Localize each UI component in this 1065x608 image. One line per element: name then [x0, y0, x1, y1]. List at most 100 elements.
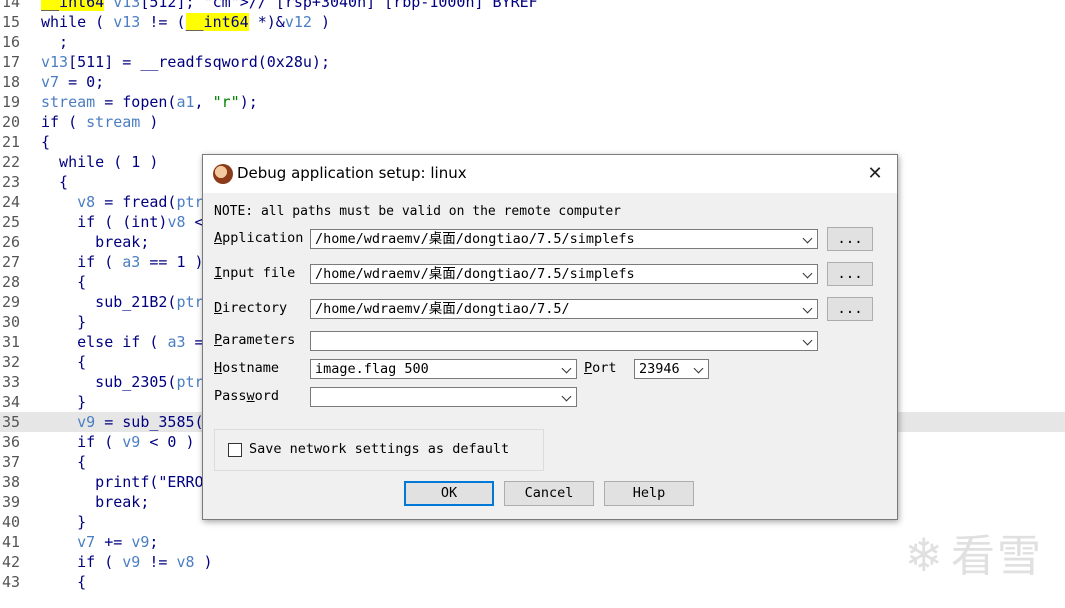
directory-combo[interactable]: /home/wdraemv/桌面/dongtiao/7.5/	[310, 299, 818, 319]
watermark-text: 看雪	[951, 531, 1043, 582]
line-number: 28	[2, 273, 21, 291]
line-number: 41	[2, 533, 21, 551]
directory-value[interactable]: /home/wdraemv/桌面/dongtiao/7.5/	[315, 301, 570, 318]
code-text: if ( stream )	[41, 113, 159, 131]
line-number: 20	[2, 113, 21, 131]
line-number: 33	[2, 373, 21, 391]
chevron-down-icon[interactable]	[803, 302, 813, 316]
line-number: 35	[2, 413, 21, 431]
input-file-browse-button[interactable]: ...	[827, 262, 873, 286]
port-value[interactable]: 23946	[639, 361, 680, 378]
code-line: 18 v7 = 0;	[0, 72, 1065, 92]
close-icon[interactable]: ✕	[863, 163, 887, 185]
code-text: break;	[41, 493, 150, 511]
watermark: ❄ 看雪	[904, 520, 1043, 584]
application-label: Application	[214, 230, 304, 246]
debug-setup-dialog: Debug application setup: linux ✕ NOTE: a…	[202, 154, 898, 520]
chevron-down-icon[interactable]	[562, 362, 572, 376]
chevron-down-icon[interactable]	[562, 390, 572, 404]
ok-button[interactable]: OK	[404, 481, 494, 506]
code-text: break;	[41, 233, 150, 251]
cancel-button[interactable]: Cancel	[504, 481, 594, 506]
line-number: 24	[2, 193, 21, 211]
code-text: v9 = sub_3585(	[77, 413, 204, 431]
code-line: 16 ;	[0, 32, 1065, 52]
parameters-label: Parameters	[214, 332, 296, 348]
code-text: {	[41, 353, 87, 371]
code-text: v8 = fread(ptr	[77, 193, 204, 211]
code-text: while ( v13 != (__int64 *)&v12 )	[41, 13, 330, 31]
line-number: 15	[2, 13, 21, 31]
code-text: {	[41, 173, 69, 191]
line-number: 42	[2, 553, 21, 571]
code-text: }	[41, 513, 87, 531]
port-label: Port	[584, 360, 617, 376]
code-text: {	[41, 573, 87, 591]
ida-app-icon	[213, 164, 233, 184]
line-number: 38	[2, 473, 21, 491]
password-label: Password	[214, 388, 280, 404]
hostname-value[interactable]: image.flag 500	[315, 361, 429, 378]
line-number: 18	[2, 73, 21, 91]
save-settings-label[interactable]: Save network settings as default	[249, 441, 509, 457]
directory-browse-button[interactable]: ...	[827, 297, 873, 321]
code-text: __int64 v13[512]; "cm">// [rsp+3040h] [r…	[41, 0, 538, 12]
line-number: 31	[2, 333, 21, 351]
code-text: stream = fopen(a1, "r");	[41, 93, 258, 111]
code-text: else if ( a3 =	[41, 333, 204, 351]
code-text: v7 = 0;	[41, 73, 105, 91]
paths-note: NOTE: all paths must be valid on the rem…	[214, 204, 621, 219]
password-combo[interactable]	[310, 387, 577, 407]
code-text: if ( v9 != v8 )	[41, 553, 213, 571]
line-number: 30	[2, 313, 21, 331]
application-value[interactable]: /home/wdraemv/桌面/dongtiao/7.5/simplefs	[315, 231, 635, 248]
input-file-value[interactable]: /home/wdraemv/桌面/dongtiao/7.5/simplefs	[315, 266, 635, 283]
save-settings-group: Save network settings as default	[214, 429, 544, 471]
line-number: 32	[2, 353, 21, 371]
code-line: 20 if ( stream )	[0, 112, 1065, 132]
line-number: 43	[2, 573, 21, 591]
dialog-titlebar[interactable]: Debug application setup: linux ✕	[203, 155, 897, 193]
code-text: }	[41, 313, 87, 331]
application-combo[interactable]: /home/wdraemv/桌面/dongtiao/7.5/simplefs	[310, 229, 818, 249]
code-text: if ( v9 < 0 )	[41, 433, 195, 451]
code-text: {	[41, 453, 87, 471]
dialog-title: Debug application setup: linux	[237, 164, 467, 182]
chevron-down-icon[interactable]	[803, 267, 813, 281]
code-text: sub_2305(ptr	[41, 373, 204, 391]
code-line: 17 v13[511] = __readfsqword(0x28u);	[0, 52, 1065, 72]
code-text: {	[41, 273, 87, 291]
line-number: 21	[2, 133, 21, 151]
line-number: 26	[2, 233, 21, 251]
line-number: 14	[2, 0, 21, 11]
input-file-combo[interactable]: /home/wdraemv/桌面/dongtiao/7.5/simplefs	[310, 264, 818, 284]
parameters-combo[interactable]	[310, 331, 818, 351]
line-number: 27	[2, 253, 21, 271]
chevron-down-icon[interactable]	[803, 232, 813, 246]
line-number: 34	[2, 393, 21, 411]
code-text: if ( a3 == 1 )	[41, 253, 204, 271]
code-text: v7 += v9;	[77, 533, 159, 551]
chevron-down-icon[interactable]	[694, 362, 704, 376]
line-number: 40	[2, 513, 21, 531]
line-number: 16	[2, 33, 21, 51]
line-number: 17	[2, 53, 21, 71]
line-number: 29	[2, 293, 21, 311]
line-number: 36	[2, 433, 21, 451]
code-text: }	[41, 393, 87, 411]
help-button[interactable]: Help	[604, 481, 694, 506]
hostname-combo[interactable]: image.flag 500	[310, 359, 577, 379]
line-number: 25	[2, 213, 21, 231]
application-browse-button[interactable]: ...	[827, 227, 873, 251]
code-line: 21 {	[0, 132, 1065, 152]
save-settings-checkbox[interactable]	[228, 443, 242, 457]
chevron-down-icon[interactable]	[803, 334, 813, 348]
line-number: 23	[2, 173, 21, 191]
port-combo[interactable]: 23946	[634, 359, 709, 379]
code-text: {	[41, 133, 51, 151]
code-text: printf("ERRO	[41, 473, 204, 491]
code-text: v13[511] = __readfsqword(0x28u);	[41, 53, 330, 71]
code-text: sub_21B2(ptr	[41, 293, 204, 311]
code-line: 14 __int64 v13[512]; "cm">// [rsp+3040h] …	[0, 0, 1065, 12]
code-text: if ( (int)v8 <	[41, 213, 204, 231]
